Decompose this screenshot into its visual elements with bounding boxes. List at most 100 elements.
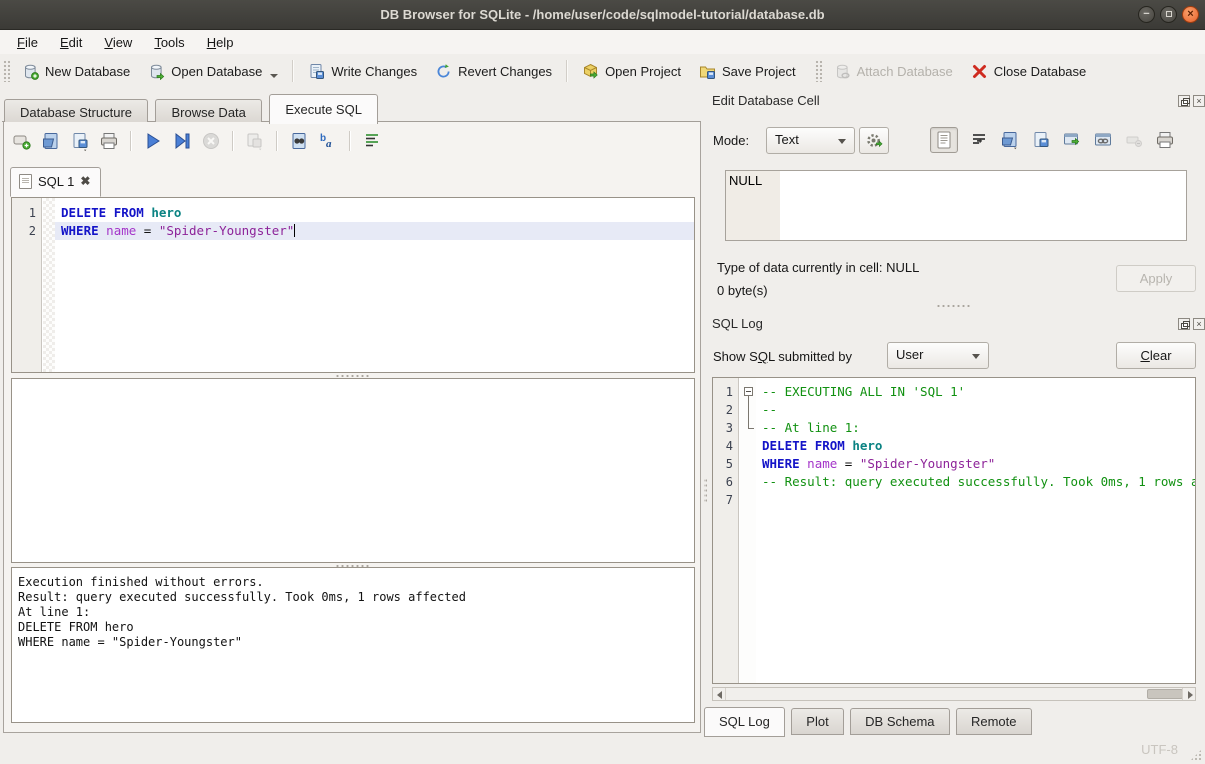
set-null-icon — [1124, 130, 1144, 150]
menu-view[interactable]: View — [93, 32, 143, 53]
edit-cell-close-icon[interactable]: × — [1193, 95, 1205, 107]
revert-changes-label: Revert Changes — [458, 64, 552, 79]
new-database-button[interactable]: New Database — [13, 59, 139, 84]
scroll-left-icon[interactable] — [713, 688, 726, 700]
new-database-label: New Database — [45, 64, 130, 79]
menu-file[interactable]: File — [6, 32, 49, 53]
text-document-icon — [936, 131, 952, 149]
attach-database-label: Attach Database — [857, 64, 953, 79]
sql-editor[interactable]: 12 DELETE FROM heroWHERE name = "Spider-… — [11, 197, 695, 373]
attach-database-icon — [834, 63, 851, 80]
open-sql-file-icon[interactable] — [41, 131, 61, 151]
write-changes-label: Write Changes — [331, 64, 417, 79]
close-database-button[interactable]: Close Database — [962, 59, 1096, 84]
sql-log-view[interactable]: 1234567 -- EXECUTING ALL IN 'SQL 1'---- … — [712, 377, 1196, 684]
close-database-icon — [971, 63, 988, 80]
word-wrap-cell-icon[interactable] — [969, 130, 989, 150]
apply-button: Apply — [1116, 265, 1196, 292]
database-open-icon — [148, 63, 165, 80]
execute-sql-panel: b a SQL 1 ✖ 12 DELETE FROM heroWHERE nam… — [3, 122, 701, 733]
sql-file-icon — [19, 174, 32, 189]
sql-log-float-icon[interactable] — [1178, 318, 1190, 330]
log-code: -- EXECUTING ALL IN 'SQL 1'---- At line … — [756, 378, 1195, 683]
new-sql-tab-icon[interactable] — [12, 131, 32, 151]
menu-edit[interactable]: Edit — [49, 32, 93, 53]
word-wrap-icon[interactable] — [362, 131, 382, 151]
dock-tab-db-schema[interactable]: DB Schema — [850, 708, 949, 735]
find-replace-icon[interactable] — [289, 131, 309, 151]
main-tabbar: Database Structure Browse Data Execute S… — [2, 93, 703, 122]
print-sql-icon[interactable] — [99, 131, 119, 151]
revert-changes-icon — [435, 63, 452, 80]
open-project-button[interactable]: Open Project — [573, 59, 690, 84]
sql-toolbar-separator — [276, 131, 278, 151]
sql-tab-close-icon[interactable]: ✖ — [80, 174, 90, 189]
edit-cell-float-icon[interactable] — [1178, 95, 1190, 107]
sql-log-close-icon[interactable]: × — [1193, 318, 1205, 330]
toolbar-drag-handle[interactable] — [3, 60, 10, 82]
panel-splitter[interactable] — [701, 88, 709, 735]
log-line-numbers: 1234567 — [713, 378, 739, 683]
editor-results-splitter[interactable] — [335, 373, 369, 377]
execute-all-icon[interactable] — [143, 131, 163, 151]
cell-editor-toolbar — [930, 127, 1175, 153]
dock-tab-remote[interactable]: Remote — [956, 708, 1032, 735]
sql-log-filter-label: Show SQL submitted by — [713, 349, 852, 364]
write-changes-button[interactable]: Write Changes — [299, 59, 426, 84]
save-project-button[interactable]: Save Project — [690, 59, 805, 84]
sql-log-filter-select[interactable]: User — [887, 342, 989, 369]
text-mode-toggle[interactable] — [930, 127, 958, 153]
menu-tools[interactable]: Tools — [143, 32, 195, 53]
fold-collapse-icon[interactable] — [744, 387, 753, 396]
editor-code[interactable]: DELETE FROM heroWHERE name = "Spider-You… — [55, 198, 694, 372]
revert-changes-button[interactable]: Revert Changes — [426, 59, 561, 84]
execution-output-pane[interactable]: Execution finished without errors.Result… — [11, 567, 695, 723]
window-title: DB Browser for SQLite - /home/user/code/… — [0, 0, 1205, 29]
scrollbar-thumb[interactable] — [1147, 689, 1183, 699]
toolbar-separator — [292, 60, 294, 82]
execute-line-icon[interactable] — [172, 131, 192, 151]
cell-value-editor[interactable]: NULL — [725, 170, 1187, 241]
app-window: DB Browser for SQLite - /home/user/code/… — [0, 0, 1205, 764]
dock-tab-plot[interactable]: Plot — [791, 708, 843, 735]
attach-database-button: Attach Database — [825, 59, 962, 84]
menubar: File Edit View Tools Help — [0, 30, 1205, 54]
close-button[interactable]: × — [1182, 6, 1199, 23]
import-cell-data-icon[interactable] — [1000, 130, 1020, 150]
maximize-button[interactable] — [1160, 6, 1177, 23]
toolbar-separator — [566, 60, 568, 82]
tab-execute-sql[interactable]: Execute SQL — [269, 94, 378, 124]
minimize-button[interactable]: − — [1138, 6, 1155, 23]
results-grid[interactable] — [11, 378, 695, 563]
export-cell-data-icon[interactable] — [1031, 130, 1051, 150]
open-database-dropdown-caret[interactable] — [270, 74, 278, 78]
main-toolbar: New Database Open Database Write Changes — [0, 54, 1205, 88]
edit-cell-dock-title: Edit Database Cell — [712, 93, 820, 108]
sql-file-tab[interactable]: SQL 1 ✖ — [10, 167, 101, 197]
titlebar: DB Browser for SQLite - /home/user/code/… — [0, 0, 1205, 30]
write-changes-icon — [308, 63, 325, 80]
chevron-down-icon — [838, 139, 846, 144]
auto-format-icon[interactable]: b a — [318, 131, 338, 151]
cell-mode-select[interactable]: Text — [766, 127, 855, 154]
open-database-button[interactable]: Open Database — [139, 59, 287, 84]
open-in-external-icon[interactable] — [1062, 130, 1082, 150]
toolbar-drag-handle[interactable] — [815, 60, 822, 82]
save-sql-file-icon[interactable] — [70, 131, 90, 151]
log-horizontal-scrollbar[interactable] — [712, 687, 1196, 701]
dock-tab-sql-log[interactable]: SQL Log — [704, 707, 785, 737]
dock-splitter[interactable] — [936, 303, 970, 307]
menu-help[interactable]: Help — [196, 32, 245, 53]
cell-value-text: NULL — [729, 173, 762, 188]
scroll-right-icon[interactable] — [1182, 688, 1195, 700]
clear-log-button[interactable]: Clear — [1116, 342, 1196, 369]
dock-tabbar: SQL Log Plot DB Schema Remote — [704, 707, 1034, 735]
resize-grip[interactable] — [1190, 749, 1202, 761]
encoding-indicator[interactable]: UTF-8 — [1141, 742, 1178, 757]
cell-size-info: 0 byte(s) — [717, 283, 768, 298]
copy-url-icon[interactable] — [1093, 130, 1113, 150]
fold-line-corner — [748, 428, 754, 429]
print-cell-icon[interactable] — [1155, 130, 1175, 150]
execution-output-text: Execution finished without errors.Result… — [12, 568, 694, 722]
apply-format-button[interactable] — [859, 127, 889, 154]
